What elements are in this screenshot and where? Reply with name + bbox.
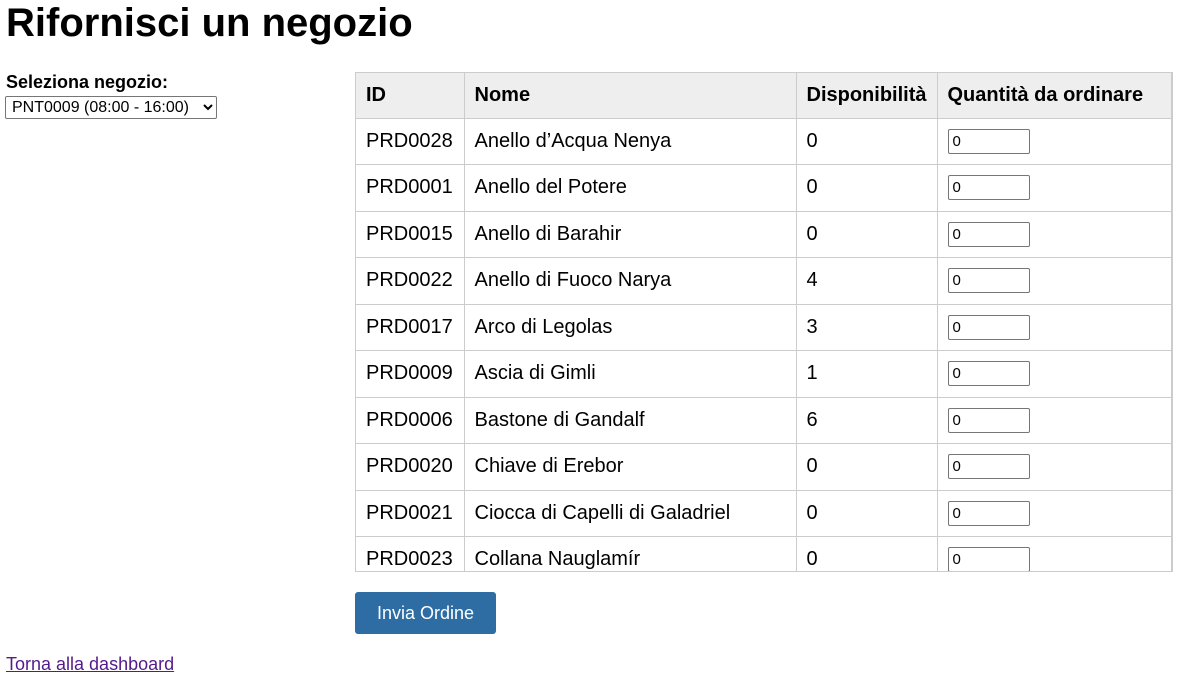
cell-stock: 6 xyxy=(795,396,938,444)
cell-id: PRD0022 xyxy=(356,257,465,305)
table-row: PRD0022 Anello di Fuoco Narya 4 xyxy=(356,257,1172,305)
cell-id: PRD0006 xyxy=(356,396,465,444)
table-row: PRD0001 Anello del Potere 0 xyxy=(356,164,1172,212)
cell-name: Bastone di Gandalf xyxy=(463,396,797,444)
cell-id: PRD0023 xyxy=(356,536,465,571)
products-table-scroll[interactable]: ID Nome Disponibilità Quantità da ordina… xyxy=(355,72,1173,572)
cell-quantity xyxy=(936,117,1172,165)
cell-quantity xyxy=(936,164,1172,212)
cell-stock: 0 xyxy=(795,489,938,537)
table-row: PRD0009 Ascia di Gimli 1 xyxy=(356,350,1172,398)
cell-name: Ascia di Gimli xyxy=(463,350,797,398)
header-quantity: Quantità da ordinare xyxy=(936,73,1172,119)
store-select-label: Seleziona negozio: xyxy=(6,72,169,92)
cell-quantity xyxy=(936,257,1172,305)
cell-quantity xyxy=(936,536,1172,571)
cell-name: Collana Nauglamír xyxy=(463,536,797,571)
cell-name: Chiave di Erebor xyxy=(463,443,797,491)
table-header-row: ID Nome Disponibilità Quantità da ordina… xyxy=(356,73,1172,119)
quantity-input[interactable] xyxy=(947,314,1030,340)
table-row: PRD0020 Chiave di Erebor 0 xyxy=(356,443,1172,491)
cell-stock: 1 xyxy=(795,350,938,398)
cell-stock: 4 xyxy=(795,257,938,305)
store-select[interactable]: PNT0009 (08:00 - 16:00) xyxy=(5,96,217,119)
cell-id: PRD0001 xyxy=(356,164,465,212)
quantity-input[interactable] xyxy=(947,500,1030,526)
submit-order-button[interactable]: Invia Ordine xyxy=(355,592,496,634)
cell-id: PRD0009 xyxy=(356,350,465,398)
table-row: PRD0017 Arco di Legolas 3 xyxy=(356,303,1172,351)
quantity-input[interactable] xyxy=(947,454,1030,480)
cell-id: PRD0015 xyxy=(356,210,465,258)
cell-name: Anello di Barahir xyxy=(463,210,797,258)
quantity-input[interactable] xyxy=(947,268,1030,294)
cell-name: Anello di Fuoco Narya xyxy=(463,257,797,305)
cell-stock: 0 xyxy=(795,210,938,258)
table-row: PRD0028 Anello d’Acqua Nenya 0 xyxy=(356,117,1172,165)
cell-stock: 0 xyxy=(795,117,938,165)
quantity-input[interactable] xyxy=(947,361,1030,387)
table-row: PRD0023 Collana Nauglamír 0 xyxy=(356,536,1172,571)
quantity-input[interactable] xyxy=(947,547,1030,571)
cell-id: PRD0017 xyxy=(356,303,465,351)
cell-name: Anello del Potere xyxy=(463,164,797,212)
cell-stock: 0 xyxy=(795,443,938,491)
quantity-input[interactable] xyxy=(947,128,1030,154)
cell-stock: 3 xyxy=(795,303,938,351)
products-table: ID Nome Disponibilità Quantità da ordina… xyxy=(356,73,1172,571)
header-name: Nome xyxy=(463,73,797,119)
table-row: PRD0015 Anello di Barahir 0 xyxy=(356,210,1172,258)
cell-stock: 0 xyxy=(795,164,938,212)
cell-stock: 0 xyxy=(795,536,938,571)
page-title: Rifornisci un negozio xyxy=(6,1,413,45)
header-id: ID xyxy=(356,73,465,119)
cell-name: Ciocca di Capelli di Galadriel xyxy=(463,489,797,537)
quantity-input[interactable] xyxy=(947,221,1030,247)
table-row: PRD0006 Bastone di Gandalf 6 xyxy=(356,396,1172,444)
cell-id: PRD0020 xyxy=(356,443,465,491)
table-row: PRD0021 Ciocca di Capelli di Galadriel 0 xyxy=(356,489,1172,537)
cell-quantity xyxy=(936,443,1172,491)
back-to-dashboard-link[interactable]: Torna alla dashboard xyxy=(6,654,174,675)
cell-quantity xyxy=(936,350,1172,398)
cell-id: PRD0028 xyxy=(356,117,465,165)
quantity-input[interactable] xyxy=(947,407,1030,433)
cell-quantity xyxy=(936,489,1172,537)
cell-quantity xyxy=(936,396,1172,444)
cell-quantity xyxy=(936,303,1172,351)
cell-id: PRD0021 xyxy=(356,489,465,537)
header-stock: Disponibilità xyxy=(795,73,938,119)
cell-name: Arco di Legolas xyxy=(463,303,797,351)
cell-name: Anello d’Acqua Nenya xyxy=(463,117,797,165)
quantity-input[interactable] xyxy=(947,175,1030,201)
cell-quantity xyxy=(936,210,1172,258)
